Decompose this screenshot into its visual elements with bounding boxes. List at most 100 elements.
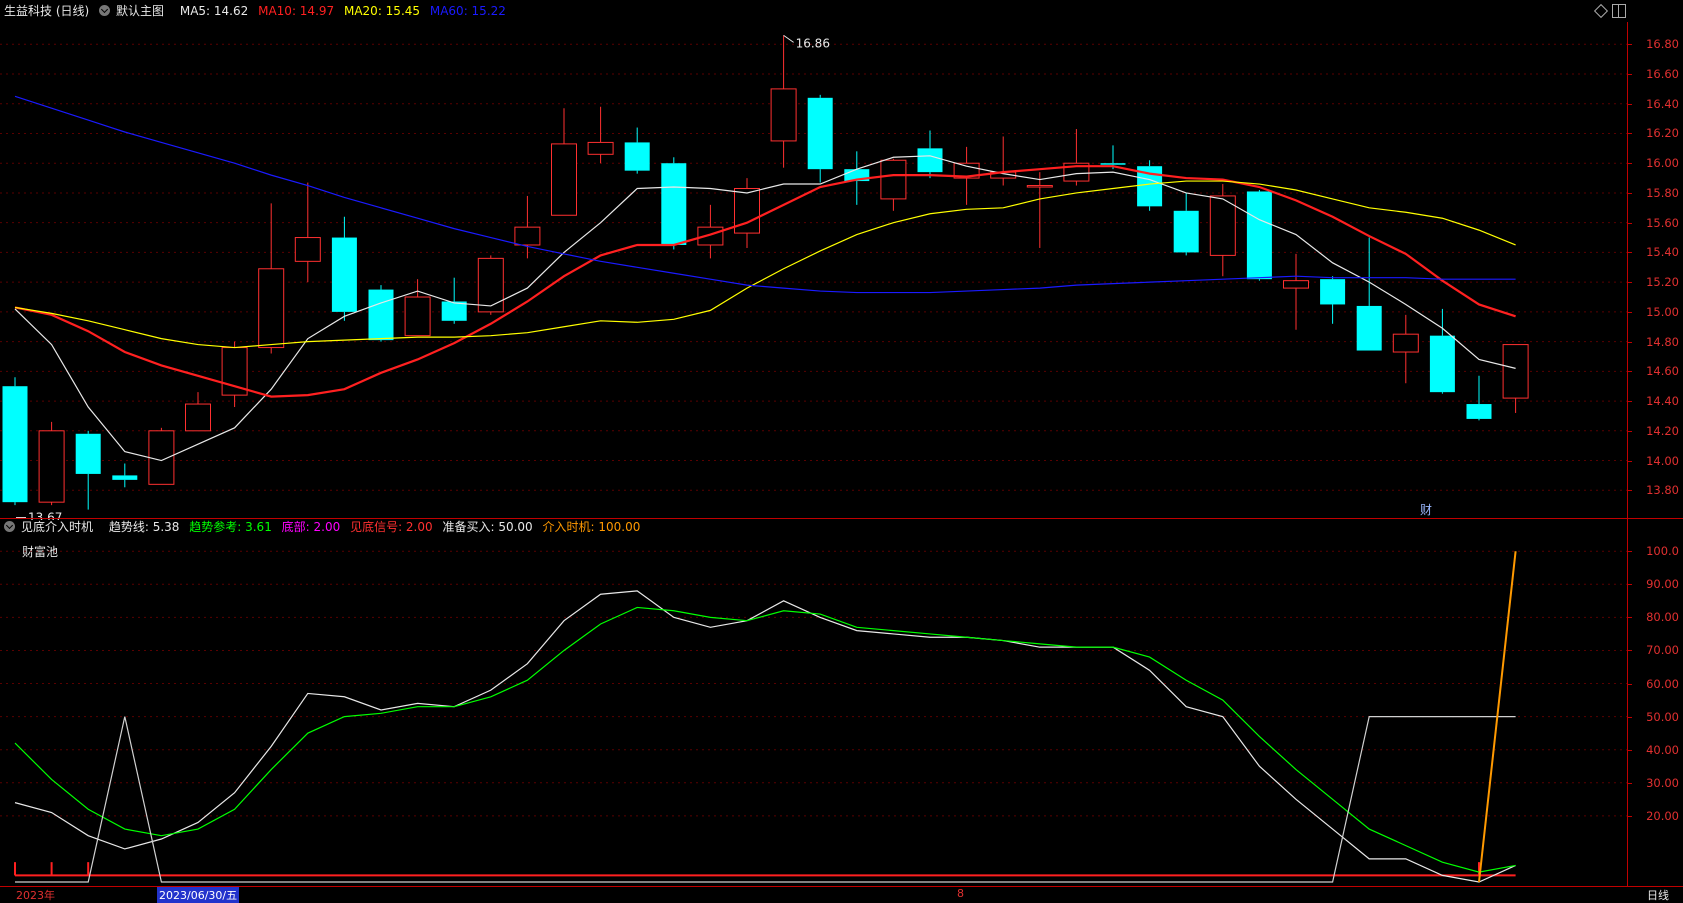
indicator-tick-mark bbox=[1628, 716, 1632, 718]
price-tick-mark bbox=[1628, 311, 1632, 313]
price-tick-label: 16.40 bbox=[1646, 96, 1679, 111]
candle bbox=[880, 158, 907, 211]
candle-body bbox=[258, 268, 285, 349]
stock-title[interactable]: 生益科技 (日线) bbox=[4, 4, 89, 18]
candle-body bbox=[624, 142, 650, 171]
chevron-down-icon[interactable] bbox=[4, 521, 15, 532]
indicator-tick-mark bbox=[1628, 749, 1632, 751]
price-tick-label: 14.00 bbox=[1646, 453, 1679, 468]
trend-line-label: 趋势线: 5.38 bbox=[108, 520, 180, 534]
candle-body bbox=[807, 97, 833, 170]
candle bbox=[1429, 308, 1455, 394]
candle bbox=[404, 279, 431, 337]
finance-marker: 财 bbox=[1420, 503, 1432, 517]
candle-body bbox=[112, 475, 138, 480]
price-tick-label: 15.00 bbox=[1646, 304, 1679, 319]
candle-body bbox=[1246, 191, 1272, 280]
indicator-tick-label: 20.00 bbox=[1646, 808, 1679, 823]
indicator-tick-label: 80.00 bbox=[1646, 610, 1679, 625]
indicator-chart[interactable] bbox=[0, 538, 1628, 886]
candle-body bbox=[441, 301, 467, 321]
candle-body bbox=[1209, 195, 1236, 256]
main-chart-mode[interactable]: 默认主图 bbox=[99, 4, 170, 18]
price-axis: 16.80 16.60 16.40 16.20 16.00 15.80 15.60 15.40… bbox=[1627, 22, 1683, 520]
candle-body bbox=[148, 430, 175, 485]
indicator-tick-label: 40.00 bbox=[1646, 742, 1679, 757]
indicator-header: 见底介入时机 趋势线: 5.38 趋势参考: 3.61 底部: 2.00 见底信… bbox=[4, 516, 646, 538]
candle bbox=[38, 421, 65, 506]
candle bbox=[624, 127, 650, 174]
candle-body bbox=[2, 386, 28, 503]
candle-body bbox=[1392, 333, 1419, 353]
candle bbox=[368, 285, 394, 342]
high-price-label: 16.86 bbox=[796, 36, 830, 50]
candle-body bbox=[1283, 280, 1309, 289]
candle bbox=[331, 216, 357, 321]
candle bbox=[1283, 253, 1309, 330]
candle-body bbox=[477, 257, 504, 313]
candle-body bbox=[1100, 163, 1126, 165]
price-tick-mark bbox=[1628, 222, 1632, 224]
candle bbox=[112, 463, 138, 488]
candle-body bbox=[185, 403, 211, 432]
indicator-tick-mark bbox=[1628, 815, 1632, 817]
price-tick-label: 13.80 bbox=[1646, 483, 1679, 498]
candle bbox=[75, 430, 101, 510]
candle bbox=[221, 341, 248, 408]
bottom-label: 底部: 2.00 bbox=[281, 520, 341, 534]
price-tick-mark bbox=[1628, 401, 1632, 403]
candle bbox=[2, 377, 28, 506]
high-arrow bbox=[783, 34, 794, 43]
indicator-tick-label: 70.00 bbox=[1646, 643, 1679, 658]
price-tick-mark bbox=[1628, 252, 1632, 254]
candle-body bbox=[514, 226, 541, 246]
indicator-tick-mark bbox=[1628, 683, 1632, 685]
price-tick-mark bbox=[1628, 371, 1632, 373]
candle bbox=[1392, 314, 1419, 384]
candle bbox=[770, 35, 797, 168]
indicator-tick-mark bbox=[1628, 782, 1632, 784]
candle bbox=[807, 94, 833, 183]
indicator-tick-label: 30.00 bbox=[1646, 775, 1679, 790]
candle bbox=[917, 130, 943, 179]
price-tick-label: 14.60 bbox=[1646, 364, 1679, 379]
price-tick-label: 16.60 bbox=[1646, 67, 1679, 82]
price-chart[interactable]: 16.8613.67财 bbox=[0, 22, 1628, 520]
price-tick-mark bbox=[1628, 103, 1632, 105]
candle bbox=[990, 136, 1017, 186]
chevron-down-icon[interactable] bbox=[99, 5, 111, 16]
candle bbox=[1173, 192, 1199, 256]
price-tick-label: 14.20 bbox=[1646, 423, 1679, 438]
ma5-label: MA5: 14.62 bbox=[179, 4, 249, 18]
price-tick-label: 14.80 bbox=[1646, 334, 1679, 349]
candle-body bbox=[587, 141, 614, 155]
candle bbox=[587, 106, 614, 164]
price-tick-label: 15.20 bbox=[1646, 275, 1679, 290]
price-tick-label: 15.40 bbox=[1646, 245, 1679, 260]
price-tick-label: 16.00 bbox=[1646, 156, 1679, 171]
candle bbox=[294, 182, 321, 283]
price-tick-mark bbox=[1628, 460, 1632, 462]
bottom-signal-label: 见底信号: 2.00 bbox=[350, 520, 433, 534]
price-tick-mark bbox=[1628, 490, 1632, 492]
price-tick-label: 15.80 bbox=[1646, 185, 1679, 200]
price-tick-mark bbox=[1628, 133, 1632, 135]
candle-body bbox=[1026, 185, 1053, 188]
candle bbox=[1320, 276, 1346, 324]
panel-toggle-icon[interactable] bbox=[1612, 4, 1626, 18]
price-tick-label: 16.20 bbox=[1646, 126, 1679, 141]
indicator-axis: 100.0 90.00 80.00 70.00 60.00 50.00 40.00 30.00… bbox=[1627, 519, 1683, 886]
ma-line-ma60 bbox=[14, 95, 1516, 294]
candle-body bbox=[661, 163, 687, 245]
diamond-icon[interactable] bbox=[1593, 3, 1609, 19]
candle-body bbox=[880, 159, 907, 200]
indicator-name[interactable]: 见底介入时机 bbox=[4, 520, 99, 534]
month-label: 8 bbox=[957, 887, 964, 900]
indicator-tick-mark bbox=[1628, 617, 1632, 619]
indicator-line-trend-ref bbox=[14, 606, 1516, 873]
candle bbox=[1246, 189, 1272, 281]
candle bbox=[258, 203, 285, 354]
entry-timing-label: 介入时机: 100.00 bbox=[542, 520, 641, 534]
candle-body bbox=[1466, 404, 1492, 419]
price-tick-mark bbox=[1628, 192, 1632, 194]
